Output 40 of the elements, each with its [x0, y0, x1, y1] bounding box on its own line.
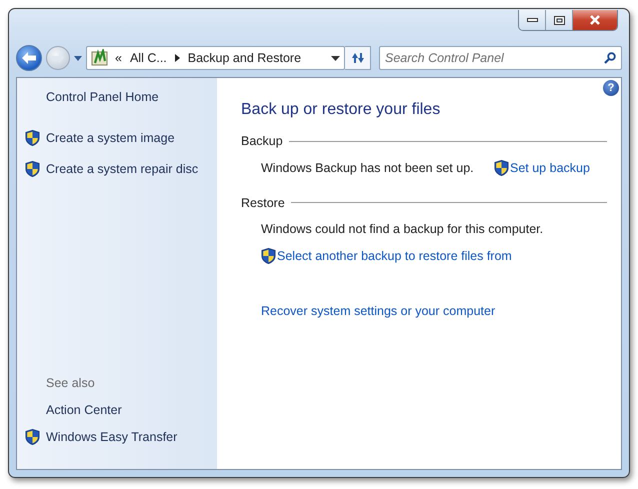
action-link[interactable]: Select another backup to restore files from	[261, 247, 512, 266]
minimize-button[interactable]	[519, 10, 546, 30]
status-text: Windows Backup has not been set up.	[261, 160, 475, 177]
overflow-chevron[interactable]: «	[115, 48, 122, 68]
search-icon[interactable]	[604, 52, 616, 64]
action-link[interactable]: Recover system settings or your computer	[261, 302, 496, 321]
sidebar-link[interactable]: Control Panel Home	[46, 88, 159, 107]
sidebar-link[interactable]: Create a system image	[25, 128, 175, 148]
section-heading: Backup	[241, 133, 283, 150]
status-text: Windows could not find a backup for this computer.	[261, 221, 544, 238]
control-panel-icon	[91, 49, 109, 67]
page-title: Back up or restore your files	[241, 100, 442, 120]
sidebar-link[interactable]: Windows Easy Transfer	[25, 428, 178, 447]
close-icon	[589, 15, 601, 25]
maximize-icon	[554, 16, 564, 24]
section-heading: Restore	[241, 194, 285, 212]
help-button[interactable]: ?	[603, 80, 619, 96]
minimize-icon	[526, 18, 538, 22]
breadcrumb[interactable]: All C...	[130, 48, 167, 68]
search-field[interactable]: Search Control Panel	[379, 46, 622, 70]
breadcrumb-arrow-icon[interactable]	[174, 54, 180, 62]
shield-icon	[25, 161, 40, 178]
address-bar[interactable]: « All C... Backup and Restore	[86, 46, 345, 70]
refresh-button[interactable]	[345, 46, 371, 70]
shield-icon	[261, 248, 276, 264]
back-arrow-icon	[21, 51, 37, 65]
shield-icon	[25, 130, 40, 146]
shield-icon	[25, 429, 40, 446]
breadcrumb[interactable]: Backup and Restore	[188, 48, 302, 68]
action-link[interactable]: Set up backup	[494, 158, 590, 178]
refresh-arrows-icon	[350, 51, 366, 65]
close-button[interactable]	[573, 10, 617, 30]
forward-arrow-icon	[51, 52, 65, 64]
sidebar-link[interactable]: Action Center	[46, 401, 122, 420]
see-also-heading: See also	[45, 375, 96, 392]
back-button[interactable]	[16, 45, 42, 71]
dropdown-arrow-icon[interactable]	[331, 56, 340, 60]
sidebar-link[interactable]: Create a system repair disc	[25, 160, 198, 179]
shield-icon	[494, 160, 509, 176]
maximize-button[interactable]	[546, 10, 573, 30]
